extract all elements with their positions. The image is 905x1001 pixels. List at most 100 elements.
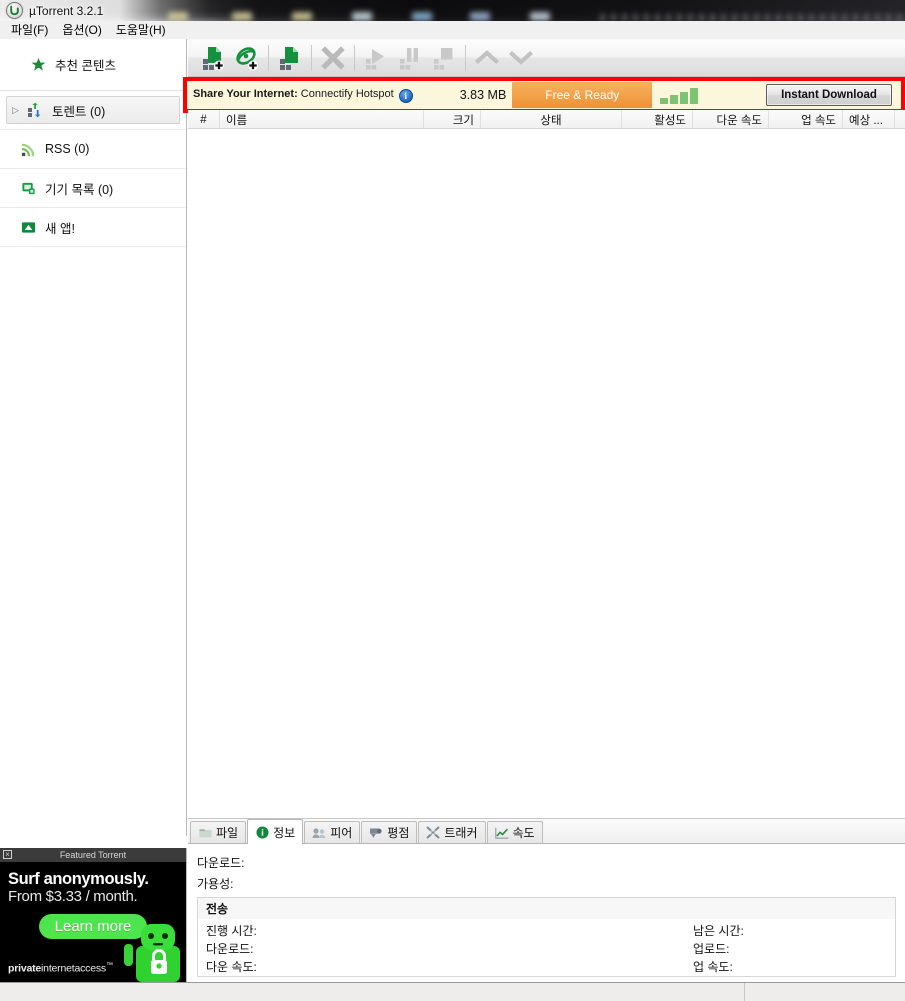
chevron-up-icon — [475, 49, 499, 64]
detail-downloaded-label: 다운로드: — [197, 856, 245, 870]
detail-downloaded-row: 다운로드: — [197, 853, 905, 874]
rss-icon — [18, 140, 38, 158]
ad-brand-rest: internetaccess — [41, 962, 106, 974]
sidebar-item-label: 토렌트 (0) — [52, 104, 106, 119]
detail-tab-bar: 파일 정보 피어 평점 트래커 속도 — [188, 819, 905, 844]
move-up-button[interactable] — [471, 42, 503, 74]
menu-options[interactable]: 옵션(O) — [55, 20, 108, 40]
create-new-torrent-button[interactable] — [274, 42, 306, 74]
add-torrent-from-url-button[interactable] — [231, 42, 263, 74]
menu-bar: 파일(F) 옵션(O) 도움말(H) — [0, 21, 905, 40]
instant-download-button[interactable]: Instant Download — [766, 84, 892, 106]
info-icon[interactable]: i — [398, 88, 413, 103]
play-icon — [366, 48, 384, 70]
device-icon — [18, 179, 38, 197]
toolbar — [188, 39, 905, 77]
detail-availability-label: 가용성: — [197, 877, 234, 891]
sidebar-item-devices[interactable]: 기기 목록 (0) — [0, 169, 186, 208]
signal-bar — [690, 88, 699, 104]
signal-bars-icon — [660, 86, 699, 104]
detail-elapsed-label: 진행 시간: — [206, 924, 257, 938]
detail-down-speed-label: 다운 속도: — [206, 960, 257, 974]
menu-file[interactable]: 파일(F) — [4, 20, 55, 40]
column-size[interactable]: 크기 — [424, 110, 481, 128]
remove-torrent-button[interactable] — [317, 42, 349, 74]
sidebar-item-label: 새 앱! — [45, 221, 75, 236]
sidebar-item-label: RSS (0) — [45, 142, 90, 156]
detail-uploaded-label: 업로드: — [693, 942, 730, 956]
title-bar-left: µTorrent 3.2.1 — [0, 0, 103, 21]
column-eta[interactable]: 예상 ... — [843, 110, 895, 128]
sidebar-item-label: 추천 콘텐츠 — [55, 59, 116, 73]
folder-icon — [198, 826, 212, 840]
signal-bar — [680, 92, 689, 104]
new-torrent-file-icon — [280, 46, 298, 70]
add-torrent-file-icon — [203, 46, 224, 70]
column-index[interactable]: # — [188, 110, 220, 128]
sidebar-item-new-apps[interactable]: 새 앱! — [0, 208, 186, 247]
featured-torrent-ad-title: Featured Torrent — [59, 850, 127, 860]
title-bar: µTorrent 3.2.1 — [0, 0, 905, 21]
apps-icon — [18, 218, 38, 236]
pia-robot-mascot-icon — [124, 924, 180, 982]
peers-icon — [312, 826, 326, 840]
connectify-label-rest: Connectify Hotspot — [297, 87, 394, 100]
menu-help[interactable]: 도움말(H) — [109, 20, 173, 40]
tab-label: 파일 — [216, 826, 239, 840]
featured-torrent-ad-body: Surf anonymously. From $3.33 / month. Le… — [0, 862, 186, 982]
stop-torrent-button[interactable] — [428, 42, 460, 74]
tab-peers[interactable]: 피어 — [304, 821, 361, 843]
torrents-arrows-icon — [25, 101, 45, 119]
sidebar-item-label: 기기 목록 (0) — [45, 182, 114, 197]
tab-label: 평점 — [387, 826, 410, 840]
torrent-list-body[interactable] — [188, 129, 905, 819]
add-torrent-button[interactable] — [197, 42, 229, 74]
torrent-list-header: # 이름 크기 상태 활성도 다운 속도 업 속도 예상 ... — [188, 110, 905, 129]
chevron-right-icon[interactable]: ▷ — [12, 105, 24, 115]
pause-icon — [400, 47, 418, 70]
sidebar-item-torrents[interactable]: ▷ 토렌트 (0) — [0, 91, 186, 130]
detail-transfer-right-column: 남은 시간: 업로드: 업 속도: — [693, 922, 744, 976]
column-down-speed[interactable]: 다운 속도 — [693, 110, 769, 128]
tab-speed[interactable]: 속도 — [486, 821, 543, 843]
detail-info-panel: 다운로드: 가용성: 전송 진행 시간: 다운로드: 다운 속도: 남은 시간:… — [188, 844, 905, 981]
status-bar-right — [745, 983, 905, 1001]
pause-torrent-button[interactable] — [394, 42, 426, 74]
start-torrent-button[interactable] — [360, 42, 392, 74]
column-activity[interactable]: 활성도 — [622, 110, 693, 128]
detail-up-speed-label: 업 속도: — [693, 960, 733, 974]
sidebar-item-rss[interactable]: RSS (0) — [0, 130, 186, 169]
ad-brand: privateinternetaccess™ — [8, 962, 113, 975]
tab-label: 속도 — [512, 826, 535, 840]
connectify-label: Share Your Internet: Connectify Hotspot i — [193, 88, 413, 103]
detail-remaining-label: 남은 시간: — [693, 924, 744, 938]
speed-chart-icon — [494, 826, 509, 840]
status-bar — [0, 982, 905, 1001]
close-icon[interactable] — [3, 850, 12, 859]
connectify-size: 3.83 MB — [459, 88, 507, 102]
ratings-icon — [369, 826, 383, 840]
detail-availability-row: 가용성: — [197, 874, 905, 895]
chevron-down-icon — [509, 50, 533, 65]
signal-bar — [670, 95, 679, 104]
ad-brand-bold: private — [8, 962, 42, 974]
featured-torrent-ad[interactable]: Featured Torrent Surf anonymously. From … — [0, 848, 187, 982]
detail-transfer-section-title: 전송 — [197, 897, 896, 919]
tab-info[interactable]: 정보 — [247, 819, 304, 844]
connectify-status-button[interactable]: Free & Ready — [512, 82, 653, 108]
sidebar-item-featured-content[interactable]: 추천 콘텐츠 — [0, 39, 186, 91]
tab-ratings[interactable]: 평점 — [361, 821, 418, 843]
featured-torrent-ad-header: Featured Torrent — [0, 848, 186, 862]
column-up-speed[interactable]: 업 속도 — [769, 110, 843, 128]
connectify-label-bold: Share Your Internet: — [193, 87, 298, 100]
move-down-button[interactable] — [505, 42, 537, 74]
toolbar-separator — [268, 44, 269, 71]
connectify-ad-banner[interactable]: Share Your Internet: Connectify Hotspot i… — [183, 77, 905, 113]
tab-files[interactable]: 파일 — [190, 821, 247, 843]
tab-trackers[interactable]: 트래커 — [418, 821, 486, 843]
toolbar-separator — [354, 44, 355, 71]
column-name[interactable]: 이름 — [220, 110, 424, 128]
trackers-icon — [426, 826, 441, 840]
column-status[interactable]: 상태 — [481, 110, 622, 128]
detail-transfer-left-column: 진행 시간: 다운로드: 다운 속도: — [206, 922, 257, 976]
